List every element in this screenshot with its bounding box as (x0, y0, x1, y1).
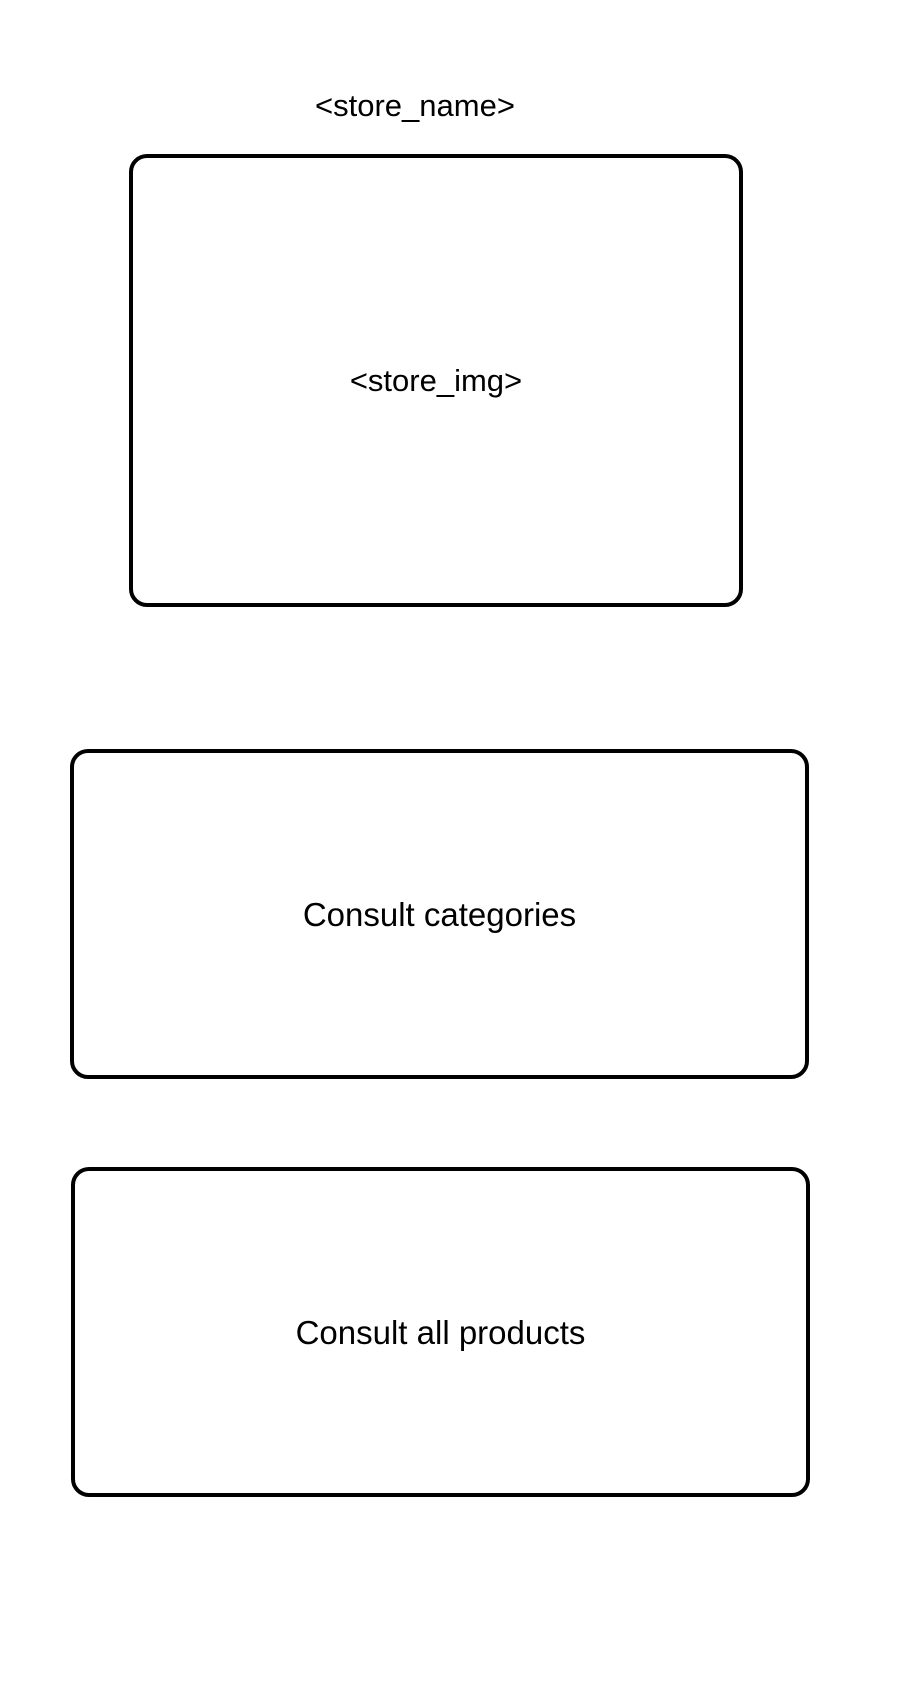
consult-all-products-button[interactable]: Consult all products (71, 1167, 810, 1497)
consult-categories-button[interactable]: Consult categories (70, 749, 809, 1079)
store-image-placeholder: <store_img> (129, 154, 743, 607)
store-image-placeholder-label: <store_img> (349, 363, 523, 398)
consult-all-products-label: Consult all products (295, 1313, 586, 1351)
store-name: <store_name> (315, 87, 515, 123)
consult-categories-label: Consult categories (302, 895, 577, 933)
